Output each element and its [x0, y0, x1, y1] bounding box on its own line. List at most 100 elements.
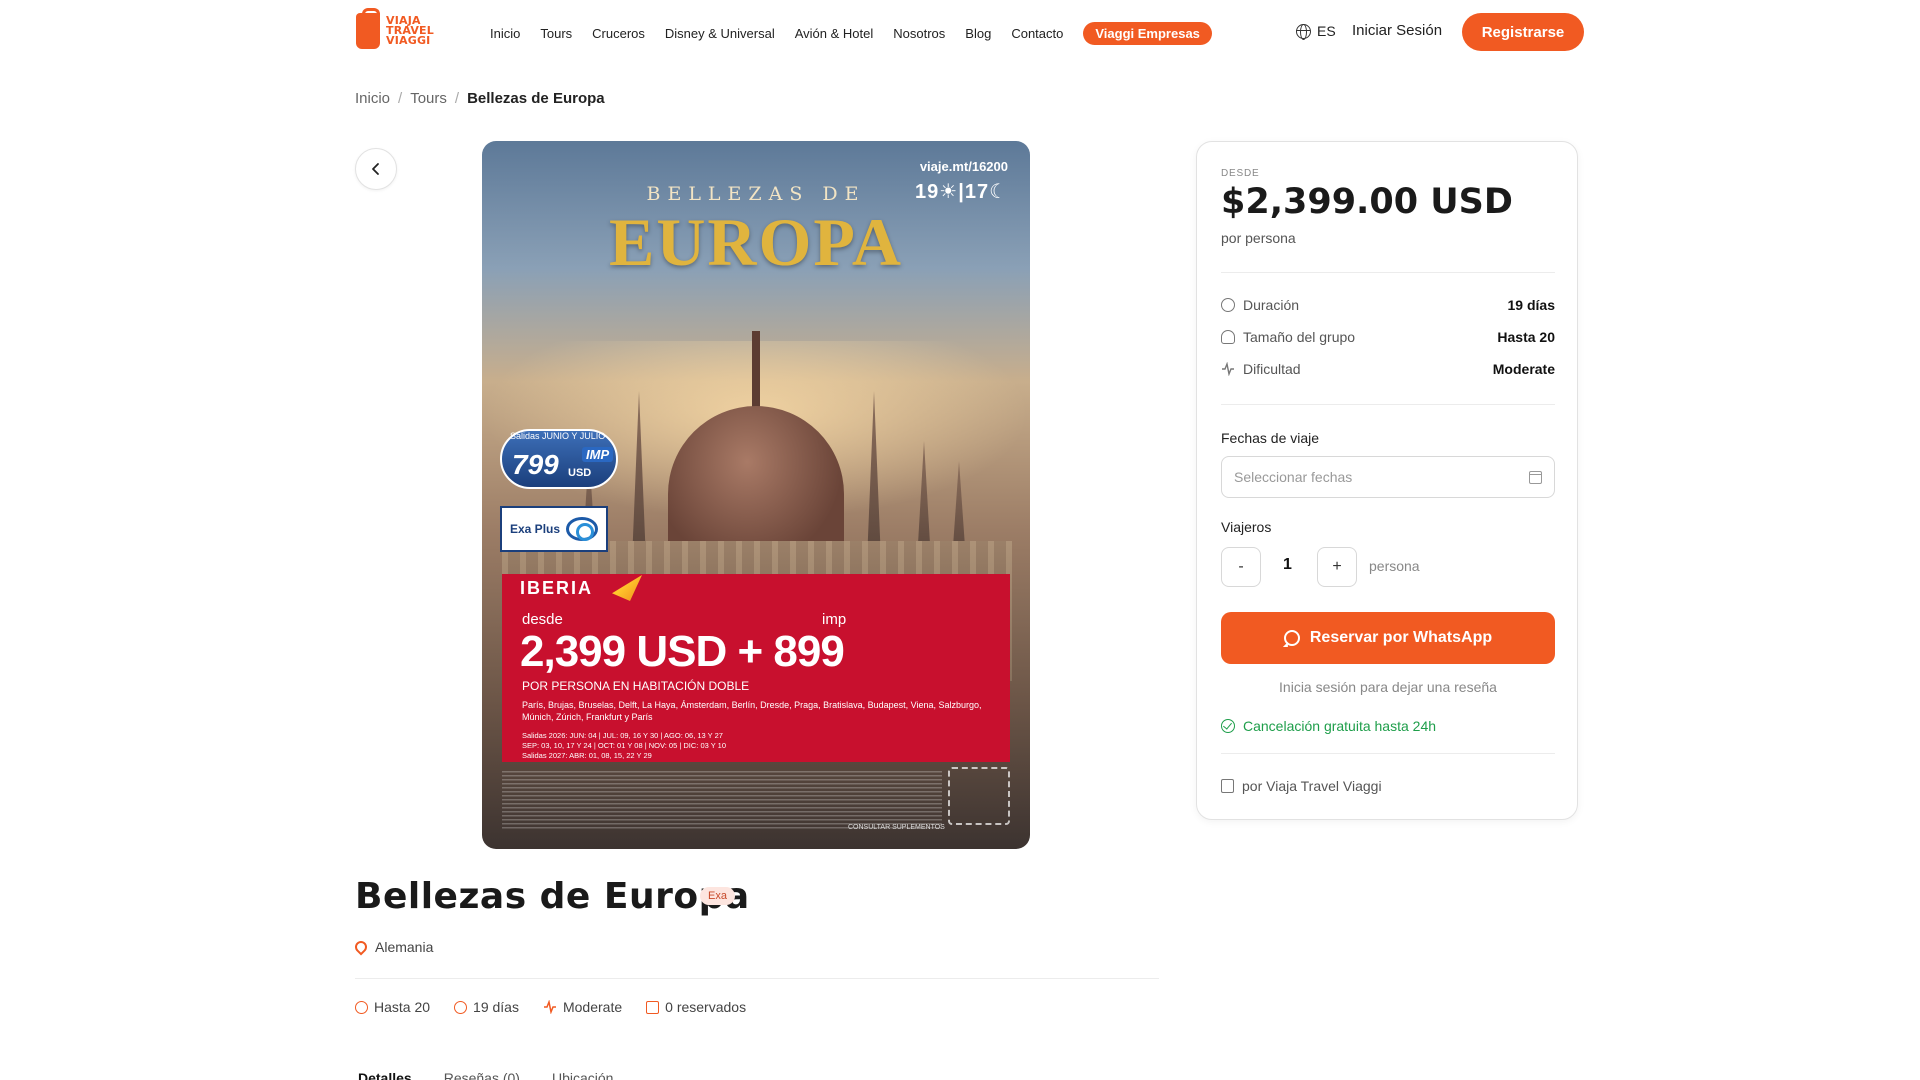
map-pin-icon [352, 938, 370, 956]
tab-ubicacion[interactable]: Ubicación [552, 1070, 613, 1080]
free-cancellation: Cancelación gratuita hasta 24h [1221, 718, 1436, 734]
nav-viaggi-empresas[interactable]: Viaggi Empresas [1083, 22, 1212, 45]
review-login-note[interactable]: Inicia sesión para dejar una reseña [1221, 679, 1555, 695]
calendar-icon [1529, 470, 1542, 484]
main-nav: Inicio Tours Cruceros Disney & Universal… [490, 22, 1232, 45]
banner-per-person: POR PERSONA EN HABITACIÓN DOBLE [522, 679, 750, 693]
whatsapp-book-button[interactable]: Reservar por WhatsApp [1221, 612, 1555, 664]
back-button[interactable] [355, 148, 397, 190]
users-icon [1221, 330, 1235, 344]
banner-imp: imp [822, 611, 847, 628]
consult-note: CONSULTAR SUPLEMENTOS [848, 824, 945, 831]
travelers-unit: persona [1369, 558, 1420, 574]
nav-avion-hotel[interactable]: Avión & Hotel [795, 26, 874, 41]
register-button[interactable]: Registrarse [1462, 13, 1584, 51]
increase-travelers-button[interactable]: + [1317, 547, 1357, 587]
tab-resenas[interactable]: Reseñas (0) [444, 1070, 520, 1080]
tour-poster-image: viaje.mt/16200 19☀|17☾ BELLEZAS DE EUROP… [482, 141, 1030, 849]
banner-dates-line-2: SEP: 03, 10, 17 Y 24 | OCT: 01 Y 08 | NO… [522, 741, 727, 750]
duration-label: Duración [1221, 297, 1299, 313]
breadcrumb-tours[interactable]: Tours [410, 90, 447, 107]
poster-subtitle: BELLEZAS DE [646, 183, 866, 205]
tour-stats: Hasta 20 19 días Moderate 0 reservados [355, 999, 746, 1015]
calendar-icon [646, 1000, 660, 1014]
stat-bookings-text: 0 reservados [665, 999, 747, 1015]
difficulty-label-text: Dificultad [1243, 361, 1301, 377]
group-size-label-text: Tamaño del grupo [1243, 329, 1356, 345]
exaplus-logo: Exa Plus [500, 506, 608, 552]
stat-group-size: Hasta 20 [355, 999, 430, 1015]
whatsapp-icon [1283, 630, 1300, 646]
tab-detalles[interactable]: Detalles [358, 1070, 412, 1080]
banner-desde: desde [522, 611, 563, 628]
duration-label-text: Duración [1243, 297, 1300, 313]
stat-group-size-text: Hasta 20 [374, 999, 431, 1015]
nav-disney-universal[interactable]: Disney & Universal [665, 26, 775, 41]
stamp-graphic [948, 767, 1010, 825]
banner-price: 2,399 USD + 899 [520, 627, 845, 676]
duration-row: Duración 19 días [1221, 297, 1555, 313]
nav-contacto[interactable]: Contacto [1011, 26, 1063, 41]
banner-dates-line-3: Salidas 2027: ABR: 01, 08, 15, 22 Y 29 [522, 751, 652, 760]
language-code: ES [1317, 23, 1336, 39]
exaplus-ring-icon [566, 517, 599, 541]
booking-card: DESDE $2,399.00 USD por persona Duración… [1196, 141, 1578, 820]
language-selector[interactable]: ES [1296, 23, 1336, 40]
promo-badge-imp: IMP [582, 447, 614, 462]
nav-tours[interactable]: Tours [540, 26, 572, 41]
banner-cities: París, Brujas, Bruselas, Delft, La Haya,… [522, 700, 982, 722]
breadcrumb-current: Bellezas de Europa [467, 90, 605, 107]
activity-icon [1222, 362, 1234, 376]
whatsapp-button-label: Reservar por WhatsApp [1309, 629, 1493, 646]
users-icon [355, 1000, 368, 1014]
price-per-person: por persona [1221, 230, 1296, 246]
group-size-row: Tamaño del grupo Hasta 20 [1221, 329, 1555, 345]
free-cancellation-text: Cancelación gratuita hasta 24h [1243, 718, 1437, 734]
tour-tabs: Detalles Reseñas (0) Ubicación [358, 1070, 613, 1080]
operator-byline-text: por Viaja Travel Viaggi [1242, 778, 1382, 794]
travel-dates-input[interactable]: Seleccionar fechas [1221, 456, 1555, 498]
fine-print [502, 771, 942, 829]
nav-cruceros[interactable]: Cruceros [592, 26, 645, 41]
decrease-travelers-button[interactable]: - [1221, 547, 1261, 587]
suitcase-logo-icon [356, 8, 380, 49]
clock-icon [1221, 298, 1235, 312]
login-link[interactable]: Iniciar Sesión [1352, 22, 1442, 39]
promo-badge-price: 799 [512, 449, 559, 480]
dome-spire [752, 331, 760, 411]
exaplus-text: Exa Plus [510, 522, 561, 536]
travel-dates-placeholder: Seleccionar fechas [1234, 469, 1353, 485]
stat-difficulty: Moderate [543, 999, 622, 1015]
banner-dates-line-1: Salidas 2026: JUN: 04 | JUL: 09, 16 Y 30… [522, 731, 723, 740]
banner-dates: Salidas 2026: JUN: 04 | JUL: 09, 16 Y 30… [522, 731, 982, 761]
activity-icon [543, 1000, 556, 1014]
promo-badge-usd: USD [568, 467, 592, 479]
poster-url: viaje.mt/16200 [919, 159, 1008, 174]
travel-dates-label: Fechas de viaje [1221, 430, 1320, 446]
nav-inicio[interactable]: Inicio [490, 26, 520, 41]
nav-nosotros[interactable]: Nosotros [893, 26, 945, 41]
stat-bookings: 0 reservados [646, 999, 746, 1015]
breadcrumb: Inicio / Tours / Bellezas de Europa [355, 90, 605, 107]
nav-blog[interactable]: Blog [965, 26, 991, 41]
duration-value: 19 días [1507, 297, 1555, 313]
stat-duration: 19 días [454, 999, 519, 1015]
airline-name: IBERIA [520, 578, 594, 598]
location-text: Alemania [375, 939, 434, 955]
breadcrumb-inicio[interactable]: Inicio [355, 90, 390, 107]
logo[interactable]: VIAJA TRAVEL VIAGGI [356, 8, 434, 49]
stat-difficulty-text: Moderate [562, 999, 623, 1015]
check-circle-icon [1221, 719, 1235, 733]
breadcrumb-separator: / [398, 90, 403, 107]
price-value: $2,399.00 USD [1221, 182, 1513, 222]
section-divider [355, 978, 1159, 979]
group-size-label: Tamaño del grupo [1221, 329, 1355, 345]
price-from-label: DESDE [1221, 168, 1260, 179]
travelers-count: 1 [1283, 556, 1292, 573]
card-divider [1221, 753, 1555, 754]
tour-location: Alemania [352, 938, 434, 956]
promo-badge-salidas: Salidas JUNIO Y JULIO [510, 431, 606, 441]
clock-icon [454, 1000, 468, 1014]
card-divider [1221, 404, 1555, 405]
logo-text: VIAJA TRAVEL VIAGGI [386, 15, 434, 46]
